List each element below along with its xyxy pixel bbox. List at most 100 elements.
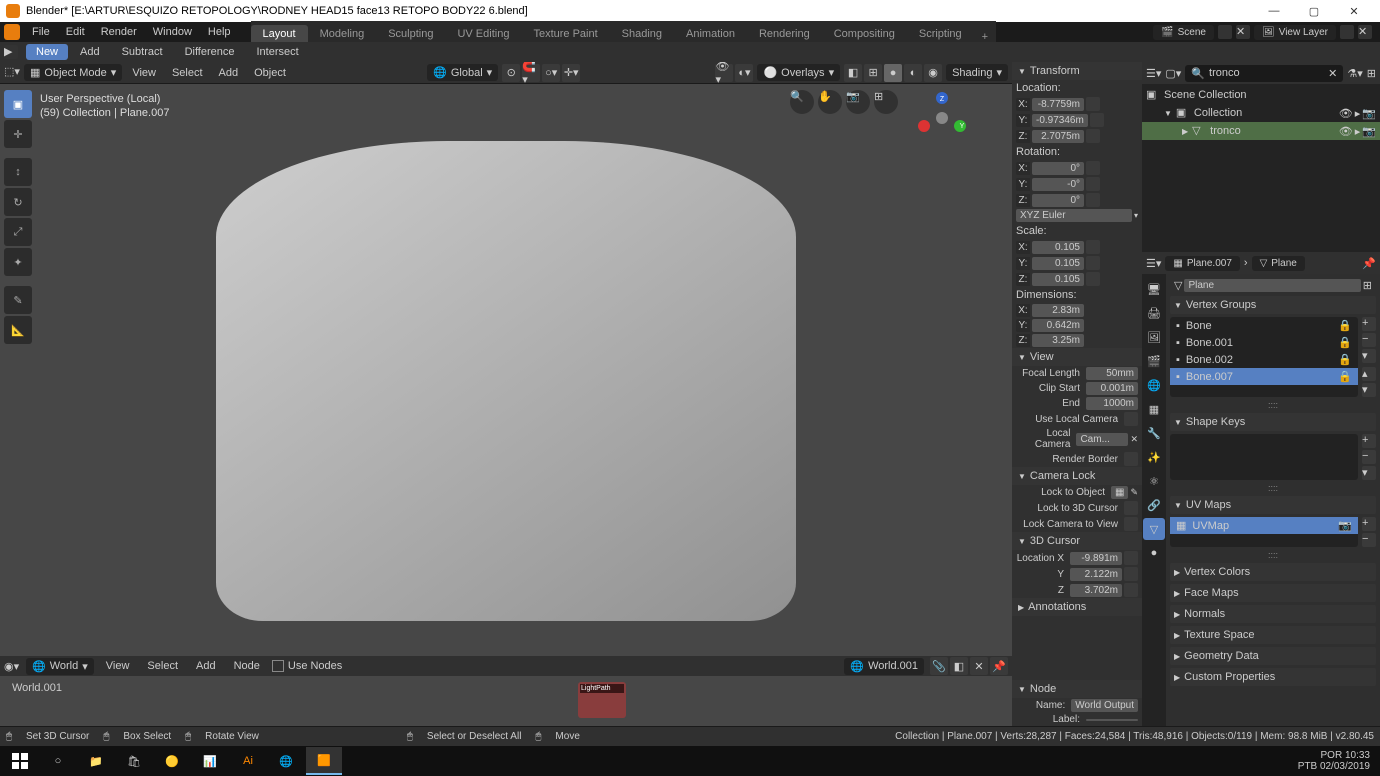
lightpath-node[interactable]: LightPath — [578, 682, 626, 718]
node-editor-type-menu[interactable]: ◉▾ — [4, 660, 20, 673]
bool-new-button[interactable]: New — [26, 44, 68, 60]
tab-material[interactable]: ● — [1143, 542, 1165, 564]
node-del1[interactable]: ◧ — [950, 657, 968, 675]
delete-scene-button[interactable]: ✕ — [1236, 25, 1250, 39]
outliner-new-collection[interactable]: ⊞ — [1367, 67, 1376, 80]
shapekey-remove[interactable]: − — [1362, 450, 1376, 464]
node-menu-node[interactable]: Node — [228, 660, 266, 672]
menu-window[interactable]: Window — [145, 22, 200, 42]
vgroup-item[interactable]: ▪Bone.007🔒 — [1170, 368, 1358, 385]
prop-pin[interactable]: 📌 — [1362, 257, 1376, 270]
menu-edit[interactable]: Edit — [58, 22, 93, 42]
lockobj-picker[interactable]: ✎ — [1130, 487, 1138, 498]
tool-measure[interactable]: 📐 — [4, 316, 32, 344]
shading-lookdev[interactable]: ◐ — [904, 64, 922, 82]
tool-select-box[interactable]: ▣ — [4, 90, 32, 118]
section-vertexcolors[interactable]: ▶Vertex Colors — [1170, 563, 1376, 581]
mesh-datablock[interactable]: Plane — [1184, 279, 1360, 292]
section-customprops[interactable]: ▶Custom Properties — [1170, 668, 1376, 686]
lockview-check[interactable] — [1124, 517, 1138, 531]
rot-y-lock[interactable] — [1086, 177, 1100, 191]
axis-gizmo[interactable]: ZY — [912, 88, 972, 148]
tool-move[interactable]: ↕ — [4, 158, 32, 186]
vertex-groups-header[interactable]: ▼Vertex Groups — [1170, 296, 1376, 314]
node-pin2[interactable]: 📌 — [990, 657, 1008, 675]
node-pin[interactable]: 📎 — [930, 657, 948, 675]
annotations-section-header[interactable]: ▶Annotations — [1012, 598, 1142, 616]
cursory-dot[interactable] — [1124, 567, 1138, 581]
outliner-filter-menu[interactable]: ⚗▾ — [1347, 67, 1362, 80]
outliner-type-menu[interactable]: ☰▾ — [1146, 67, 1161, 80]
lock-icon[interactable]: 🔒 — [1338, 319, 1352, 332]
dim-y-field[interactable]: 0.642m — [1032, 319, 1084, 332]
visibility-menu[interactable]: 👁▾ — [715, 64, 733, 82]
rot-x-field[interactable]: 0° — [1032, 162, 1084, 175]
close-button[interactable]: ✕ — [1334, 0, 1374, 22]
workspace-tab-uv[interactable]: UV Editing — [445, 25, 521, 43]
tab-modifiers[interactable]: 🔧 — [1143, 422, 1165, 444]
workspace-tab-compositing[interactable]: Compositing — [822, 25, 907, 43]
tab-render[interactable]: 🖥 — [1143, 278, 1165, 300]
render-toggle[interactable]: 📷 — [1362, 125, 1376, 138]
tool-annotate[interactable]: ✎ — [4, 286, 32, 314]
clipend-field[interactable]: 1000m — [1086, 397, 1138, 410]
expand-toggle[interactable]: ▼ — [1164, 109, 1172, 118]
expand-toggle[interactable]: ▶ — [1182, 127, 1188, 136]
vp-menu-view[interactable]: View — [126, 67, 162, 79]
orientation-selector[interactable]: 🌐 Global ▾ — [427, 64, 498, 81]
shape-keys-header[interactable]: ▼Shape Keys — [1170, 413, 1376, 431]
node-menu-view[interactable]: View — [100, 660, 136, 672]
search-clear[interactable]: ✕ — [1328, 67, 1337, 80]
camlock-section-header[interactable]: ▼Camera Lock — [1012, 467, 1142, 485]
rotation-mode[interactable]: XYZ Euler — [1016, 209, 1132, 222]
gizmo-toggle[interactable]: ◐▾ — [735, 64, 753, 82]
delete-viewlayer-button[interactable]: ✕ — [1358, 25, 1372, 39]
grip-icon[interactable]: :::: — [1170, 550, 1376, 560]
tab-constraints[interactable]: 🔗 — [1143, 494, 1165, 516]
menu-render[interactable]: Render — [93, 22, 145, 42]
uvmap-list[interactable]: ▦UVMap📷 — [1170, 517, 1358, 547]
3d-viewport[interactable]: ▣ ✛ ↕ ↻ ⤢ ✦ ✎ 📐 User Perspective (Local)… — [0, 84, 1012, 656]
prop-editor-type-menu[interactable]: ☰▾ — [1146, 257, 1161, 270]
tool-transform[interactable]: ✦ — [4, 248, 32, 276]
lock-icon[interactable]: 🔒 — [1338, 370, 1352, 383]
node-npanel-header[interactable]: ▼Node — [1012, 680, 1142, 698]
node-type-dropdown[interactable]: 🌐 World ▾ — [26, 658, 94, 675]
localcam-x[interactable]: ✕ — [1130, 434, 1138, 445]
menu-help[interactable]: Help — [200, 22, 239, 42]
render-toggle[interactable]: 📷 — [1362, 107, 1376, 120]
workspace-tab-layout[interactable]: Layout — [251, 25, 308, 43]
workspace-tab-rendering[interactable]: Rendering — [747, 25, 822, 43]
vp-menu-select[interactable]: Select — [166, 67, 209, 79]
dim-z-field[interactable]: 3.25m — [1032, 334, 1084, 347]
workspace-tab-sculpting[interactable]: Sculpting — [376, 25, 445, 43]
xray-toggle[interactable]: ◧ — [844, 64, 862, 82]
selectable-toggle[interactable]: ▸ — [1355, 125, 1361, 138]
renderborder-check[interactable] — [1124, 452, 1138, 466]
nodelabel-field[interactable] — [1086, 719, 1138, 721]
rot-y-field[interactable]: -0° — [1032, 178, 1084, 191]
mesh-add[interactable]: ⊞ — [1363, 279, 1372, 292]
lockcursor-check[interactable] — [1124, 501, 1138, 515]
view-layer-selector[interactable]: 🖼 View Layer — [1254, 25, 1336, 40]
vgroup-moveup[interactable]: ▴ — [1362, 367, 1376, 381]
new-viewlayer-button[interactable] — [1340, 25, 1354, 39]
uvmap-add[interactable]: + — [1362, 517, 1376, 531]
nodename-field[interactable]: World Output — [1071, 699, 1138, 712]
rot-z-field[interactable]: 0° — [1032, 194, 1084, 207]
visibility-toggle[interactable]: 👁 — [1339, 125, 1353, 138]
uvmap-item[interactable]: ▦UVMap📷 — [1170, 517, 1358, 534]
tree-item-tronco[interactable]: ▶▽tronco👁▸📷 — [1142, 122, 1380, 140]
prop-breadcrumb-left[interactable]: ▦ Plane.007 — [1165, 256, 1240, 271]
workspace-tab-scripting[interactable]: Scripting — [907, 25, 974, 43]
pivot-menu[interactable]: ⊙ — [502, 64, 520, 82]
grip-icon[interactable]: :::: — [1170, 400, 1376, 410]
persp-button[interactable]: ⊞ — [874, 90, 898, 114]
tool-icon[interactable]: ▶ — [4, 45, 18, 59]
overlays-menu[interactable]: ⚪ Overlays ▾ — [757, 64, 840, 81]
lock-icon[interactable]: 🔒 — [1338, 336, 1352, 349]
workspace-tab-shading[interactable]: Shading — [610, 25, 674, 43]
system-tray[interactable]: POR 10:33 PTB 02/03/2019 — [1290, 750, 1378, 772]
vgroup-menu[interactable]: ▾ — [1362, 349, 1376, 363]
mode-selector[interactable]: ▦ Object Mode ▾ — [24, 64, 122, 81]
